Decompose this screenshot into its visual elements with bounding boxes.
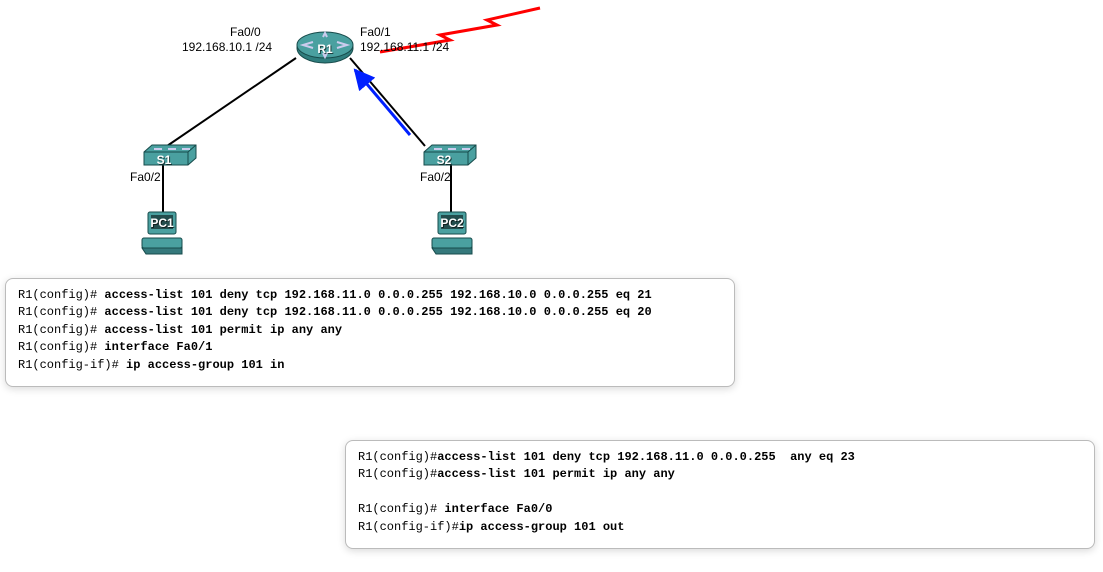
switch-icon [420, 140, 480, 170]
pc2: PC2 [430, 210, 474, 261]
acl-direction-arrow [355, 70, 410, 135]
cli-panel-a: R1(config)# access-list 101 deny tcp 192… [5, 278, 735, 387]
ip-right-label: 192.168.11.1 /24 [360, 40, 449, 54]
switch-icon [140, 140, 200, 170]
s2-port-label: Fa0/2 [420, 170, 451, 184]
cli-output-b: R1(config)#access-list 101 deny tcp 192.… [358, 449, 1082, 536]
cli-panel-b: R1(config)#access-list 101 deny tcp 192.… [345, 440, 1095, 549]
switch-s1: S1 [140, 140, 200, 173]
switch-s2: S2 [420, 140, 480, 173]
s1-port-label: Fa0/2 [130, 170, 161, 184]
pc-icon [430, 210, 474, 258]
pc1: PC1 [140, 210, 184, 261]
pc-icon [140, 210, 184, 258]
router-icon [295, 30, 355, 70]
cli-output-a: R1(config)# access-list 101 deny tcp 192… [18, 287, 722, 374]
if-right-label: Fa0/1 [360, 25, 391, 39]
router-r1: R1 [295, 30, 355, 73]
link-r1-s2 [350, 58, 425, 146]
link-r1-s1 [167, 58, 296, 146]
if-left-label: Fa0/0 [230, 25, 261, 39]
ip-left-label: 192.168.10.1 /24 [182, 40, 272, 54]
